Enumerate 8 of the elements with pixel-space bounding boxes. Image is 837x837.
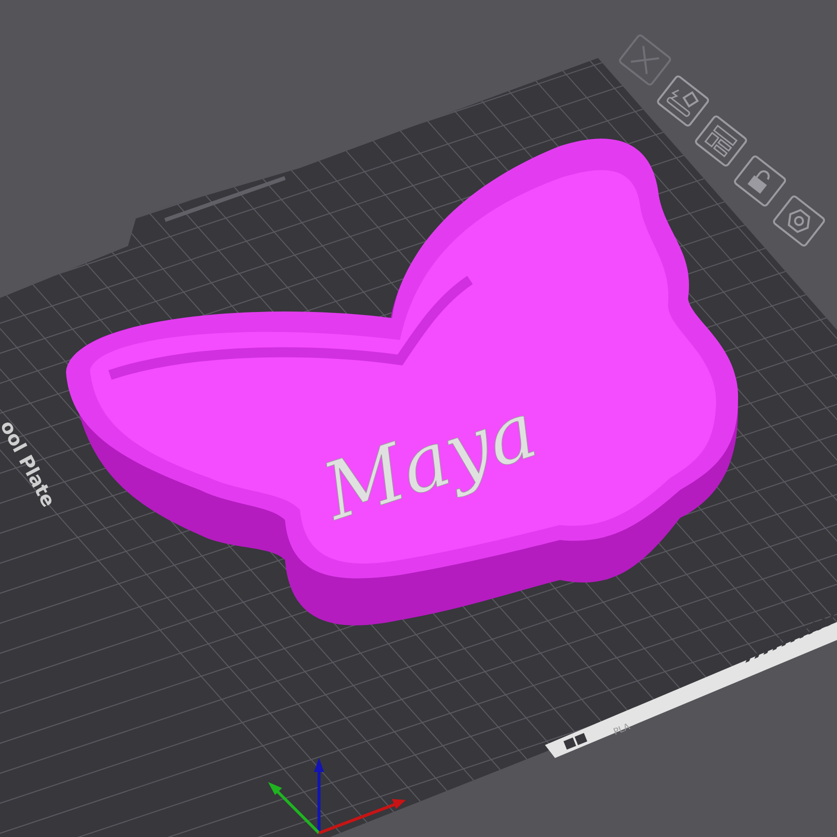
delete-icon[interactable] bbox=[618, 33, 672, 87]
auto-arrange-icon[interactable] bbox=[656, 74, 710, 128]
layout-icon[interactable] bbox=[694, 114, 748, 168]
engraved-name: Maya bbox=[313, 385, 548, 538]
settings-icon[interactable] bbox=[772, 194, 826, 248]
lock-icon[interactable] bbox=[732, 154, 788, 208]
plate-type-icon bbox=[564, 733, 588, 750]
filament-label: PLA bbox=[612, 722, 632, 738]
